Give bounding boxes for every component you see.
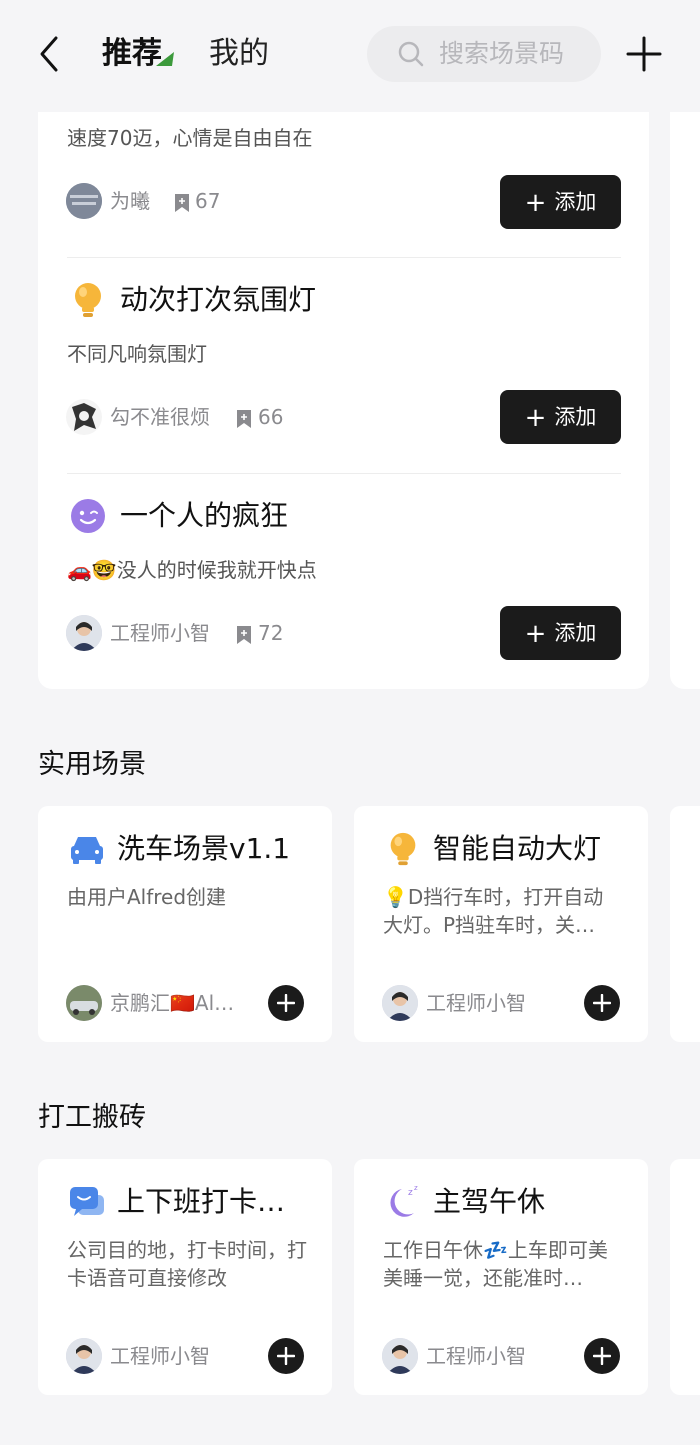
add-button[interactable] xyxy=(268,1338,304,1374)
moon-sleep-icon: z z xyxy=(390,1184,418,1217)
section-title: 实用场景 xyxy=(38,749,146,780)
feed-item-desc: 速度70迈，心情是自由自在 xyxy=(67,126,313,150)
bookmark-icon xyxy=(237,626,251,644)
add-scene-button[interactable] xyxy=(626,36,662,72)
top-bar: 推荐 我的 搜索场景码 xyxy=(0,0,700,112)
feed-item-desc: 不同凡响氛围灯 xyxy=(67,342,207,366)
add-button[interactable] xyxy=(584,985,620,1021)
avatar xyxy=(66,985,102,1021)
bookmark-icon xyxy=(175,194,189,212)
next-card-peek[interactable] xyxy=(670,806,700,1042)
card-desc: 💡D挡行车时，打开自动大灯。P挡驻车时，关… xyxy=(383,885,604,937)
car-icon xyxy=(71,837,103,864)
author-name: 工程师小智 xyxy=(426,1344,526,1368)
section-title: 打工搬砖 xyxy=(38,1102,146,1133)
card-title: 上下班打卡… xyxy=(117,1185,286,1218)
feed-item-title: 一个人的疯狂 xyxy=(120,499,289,532)
plus-icon xyxy=(593,994,611,1012)
scene-card[interactable]: 智能自动大灯 💡D挡行车时，打开自动大灯。P挡驻车时，关… 工程师小智 xyxy=(354,806,648,1042)
next-card-peek[interactable] xyxy=(670,1159,700,1395)
wink-face-icon xyxy=(71,499,105,533)
avatar xyxy=(382,1338,418,1374)
feed-item[interactable]: 动次打次氛围灯 不同凡响氛围灯 勾不准很烦 66 + 添加 xyxy=(38,258,649,473)
plus-icon xyxy=(593,1347,611,1365)
author-name: 京鹏汇🇨🇳Al… xyxy=(110,991,235,1015)
bookmark-count: 66 xyxy=(258,405,284,429)
add-button[interactable]: + 添加 xyxy=(500,606,621,660)
add-button-label: 添加 xyxy=(554,405,597,429)
back-button[interactable] xyxy=(34,32,66,76)
author-name: 工程师小智 xyxy=(110,1344,210,1368)
chevron-left-icon xyxy=(40,36,58,72)
search-icon xyxy=(398,41,424,67)
lightbulb-icon xyxy=(390,832,416,866)
bookmark-count: 67 xyxy=(195,189,221,213)
author-name: 工程师小智 xyxy=(110,621,210,645)
add-button-label: 添加 xyxy=(554,190,597,214)
card-desc: 公司目的地，打卡时间，打卡语音可直接修改 xyxy=(67,1238,307,1290)
plus-icon xyxy=(277,1347,295,1365)
avatar xyxy=(66,183,102,219)
card-title: 主驾午休 xyxy=(433,1185,546,1218)
plus-icon xyxy=(626,36,662,72)
feed-item-title: 动次打次氛围灯 xyxy=(120,283,317,316)
add-button[interactable]: + 添加 xyxy=(500,175,621,229)
scene-card[interactable]: z z 主驾午休 工作日午休💤上车即可美美睡一觉，还能准时… 工程师小智 xyxy=(354,1159,648,1395)
add-button-label: 添加 xyxy=(554,621,597,645)
bookmark-count: 72 xyxy=(258,621,284,645)
scene-card[interactable]: 上下班打卡… 公司目的地，打卡时间，打卡语音可直接修改 工程师小智 xyxy=(38,1159,332,1395)
svg-text:z: z xyxy=(408,1188,413,1198)
feed-item-desc: 🚗🤓没人的时候我就开快点 xyxy=(67,558,317,582)
lightbulb-icon xyxy=(75,283,101,317)
plus-icon xyxy=(277,994,295,1012)
active-tab-indicator xyxy=(156,52,174,66)
card-desc: 工作日午休💤上车即可美美睡一觉，还能准时… xyxy=(383,1238,608,1290)
feed-item[interactable]: 一个人的疯狂 🚗🤓没人的时候我就开快点 工程师小智 72 + 添加 xyxy=(38,474,649,689)
tab-mine[interactable]: 我的 xyxy=(209,34,269,74)
card-title: 智能自动大灯 xyxy=(433,832,602,865)
avatar xyxy=(66,615,102,651)
add-button[interactable] xyxy=(584,1338,620,1374)
feed-item[interactable]: 速度70迈，心情是自由自在 为曦 67 + 添加 xyxy=(38,100,649,256)
avatar xyxy=(382,985,418,1021)
recommended-feed-card: 速度70迈，心情是自由自在 为曦 67 +添加 动次打次氛围灯 不同凡响氛围灯 xyxy=(38,100,649,689)
bookmark-icon xyxy=(237,410,251,428)
chat-bubble-icon xyxy=(70,1187,104,1216)
avatar xyxy=(66,1338,102,1374)
author-name: 工程师小智 xyxy=(426,991,526,1015)
add-button[interactable]: + 添加 xyxy=(500,390,621,444)
card-desc: 由用户Alfred创建 xyxy=(67,885,227,909)
avatar xyxy=(66,399,102,435)
svg-text:z: z xyxy=(414,1184,418,1192)
next-feed-card-peek[interactable] xyxy=(670,100,700,689)
card-title: 洗车场景v1.1 xyxy=(117,832,291,865)
add-button[interactable] xyxy=(268,985,304,1021)
author-name: 勾不准很烦 xyxy=(110,405,210,429)
search-input[interactable]: 搜索场景码 xyxy=(367,26,601,82)
search-placeholder: 搜索场景码 xyxy=(439,39,565,68)
author-name: 为曦 xyxy=(110,189,150,213)
scene-card[interactable]: 洗车场景v1.1 由用户Alfred创建 京鹏汇🇨🇳Al… xyxy=(38,806,332,1042)
